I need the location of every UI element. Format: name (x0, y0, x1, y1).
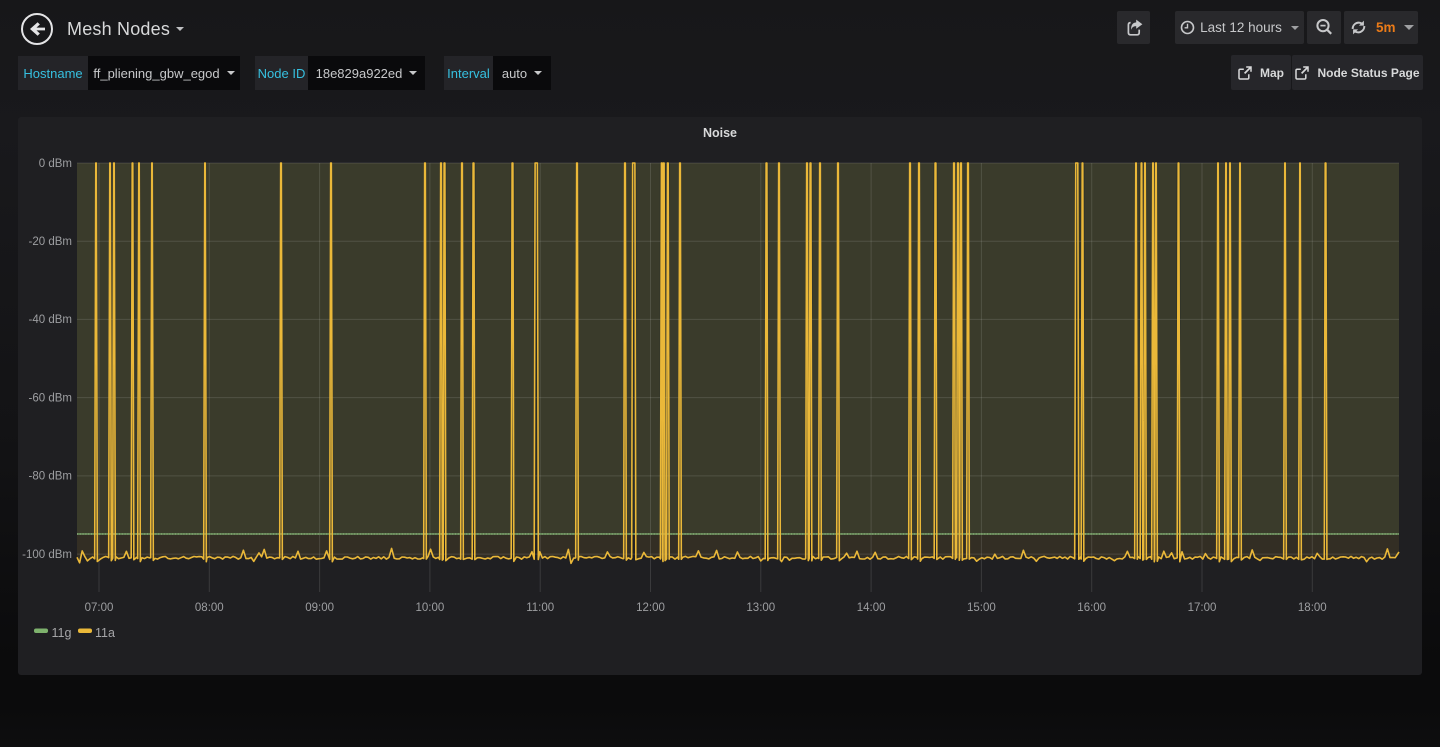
svg-text:-20 dBm: -20 dBm (29, 236, 72, 248)
svg-text:16:00: 16:00 (1077, 602, 1106, 614)
svg-text:15:00: 15:00 (967, 602, 996, 614)
svg-text:10:00: 10:00 (416, 602, 445, 614)
svg-text:-40 dBm: -40 dBm (29, 314, 72, 326)
svg-text:0 dBm: 0 dBm (39, 158, 72, 170)
svg-text:-60 dBm: -60 dBm (29, 392, 72, 404)
svg-text:13:00: 13:00 (746, 602, 775, 614)
svg-text:11:00: 11:00 (526, 602, 554, 614)
svg-text:08:00: 08:00 (195, 602, 224, 614)
svg-text:09:00: 09:00 (305, 602, 334, 614)
svg-text:12:00: 12:00 (636, 602, 665, 614)
svg-text:17:00: 17:00 (1188, 602, 1217, 614)
svg-text:11a: 11a (95, 626, 115, 640)
svg-text:11g: 11g (52, 626, 72, 640)
svg-text:18:00: 18:00 (1298, 602, 1327, 614)
svg-text:-100 dBm: -100 dBm (22, 549, 72, 561)
svg-text:07:00: 07:00 (85, 602, 114, 614)
svg-text:14:00: 14:00 (857, 602, 886, 614)
svg-text:-80 dBm: -80 dBm (29, 471, 72, 483)
